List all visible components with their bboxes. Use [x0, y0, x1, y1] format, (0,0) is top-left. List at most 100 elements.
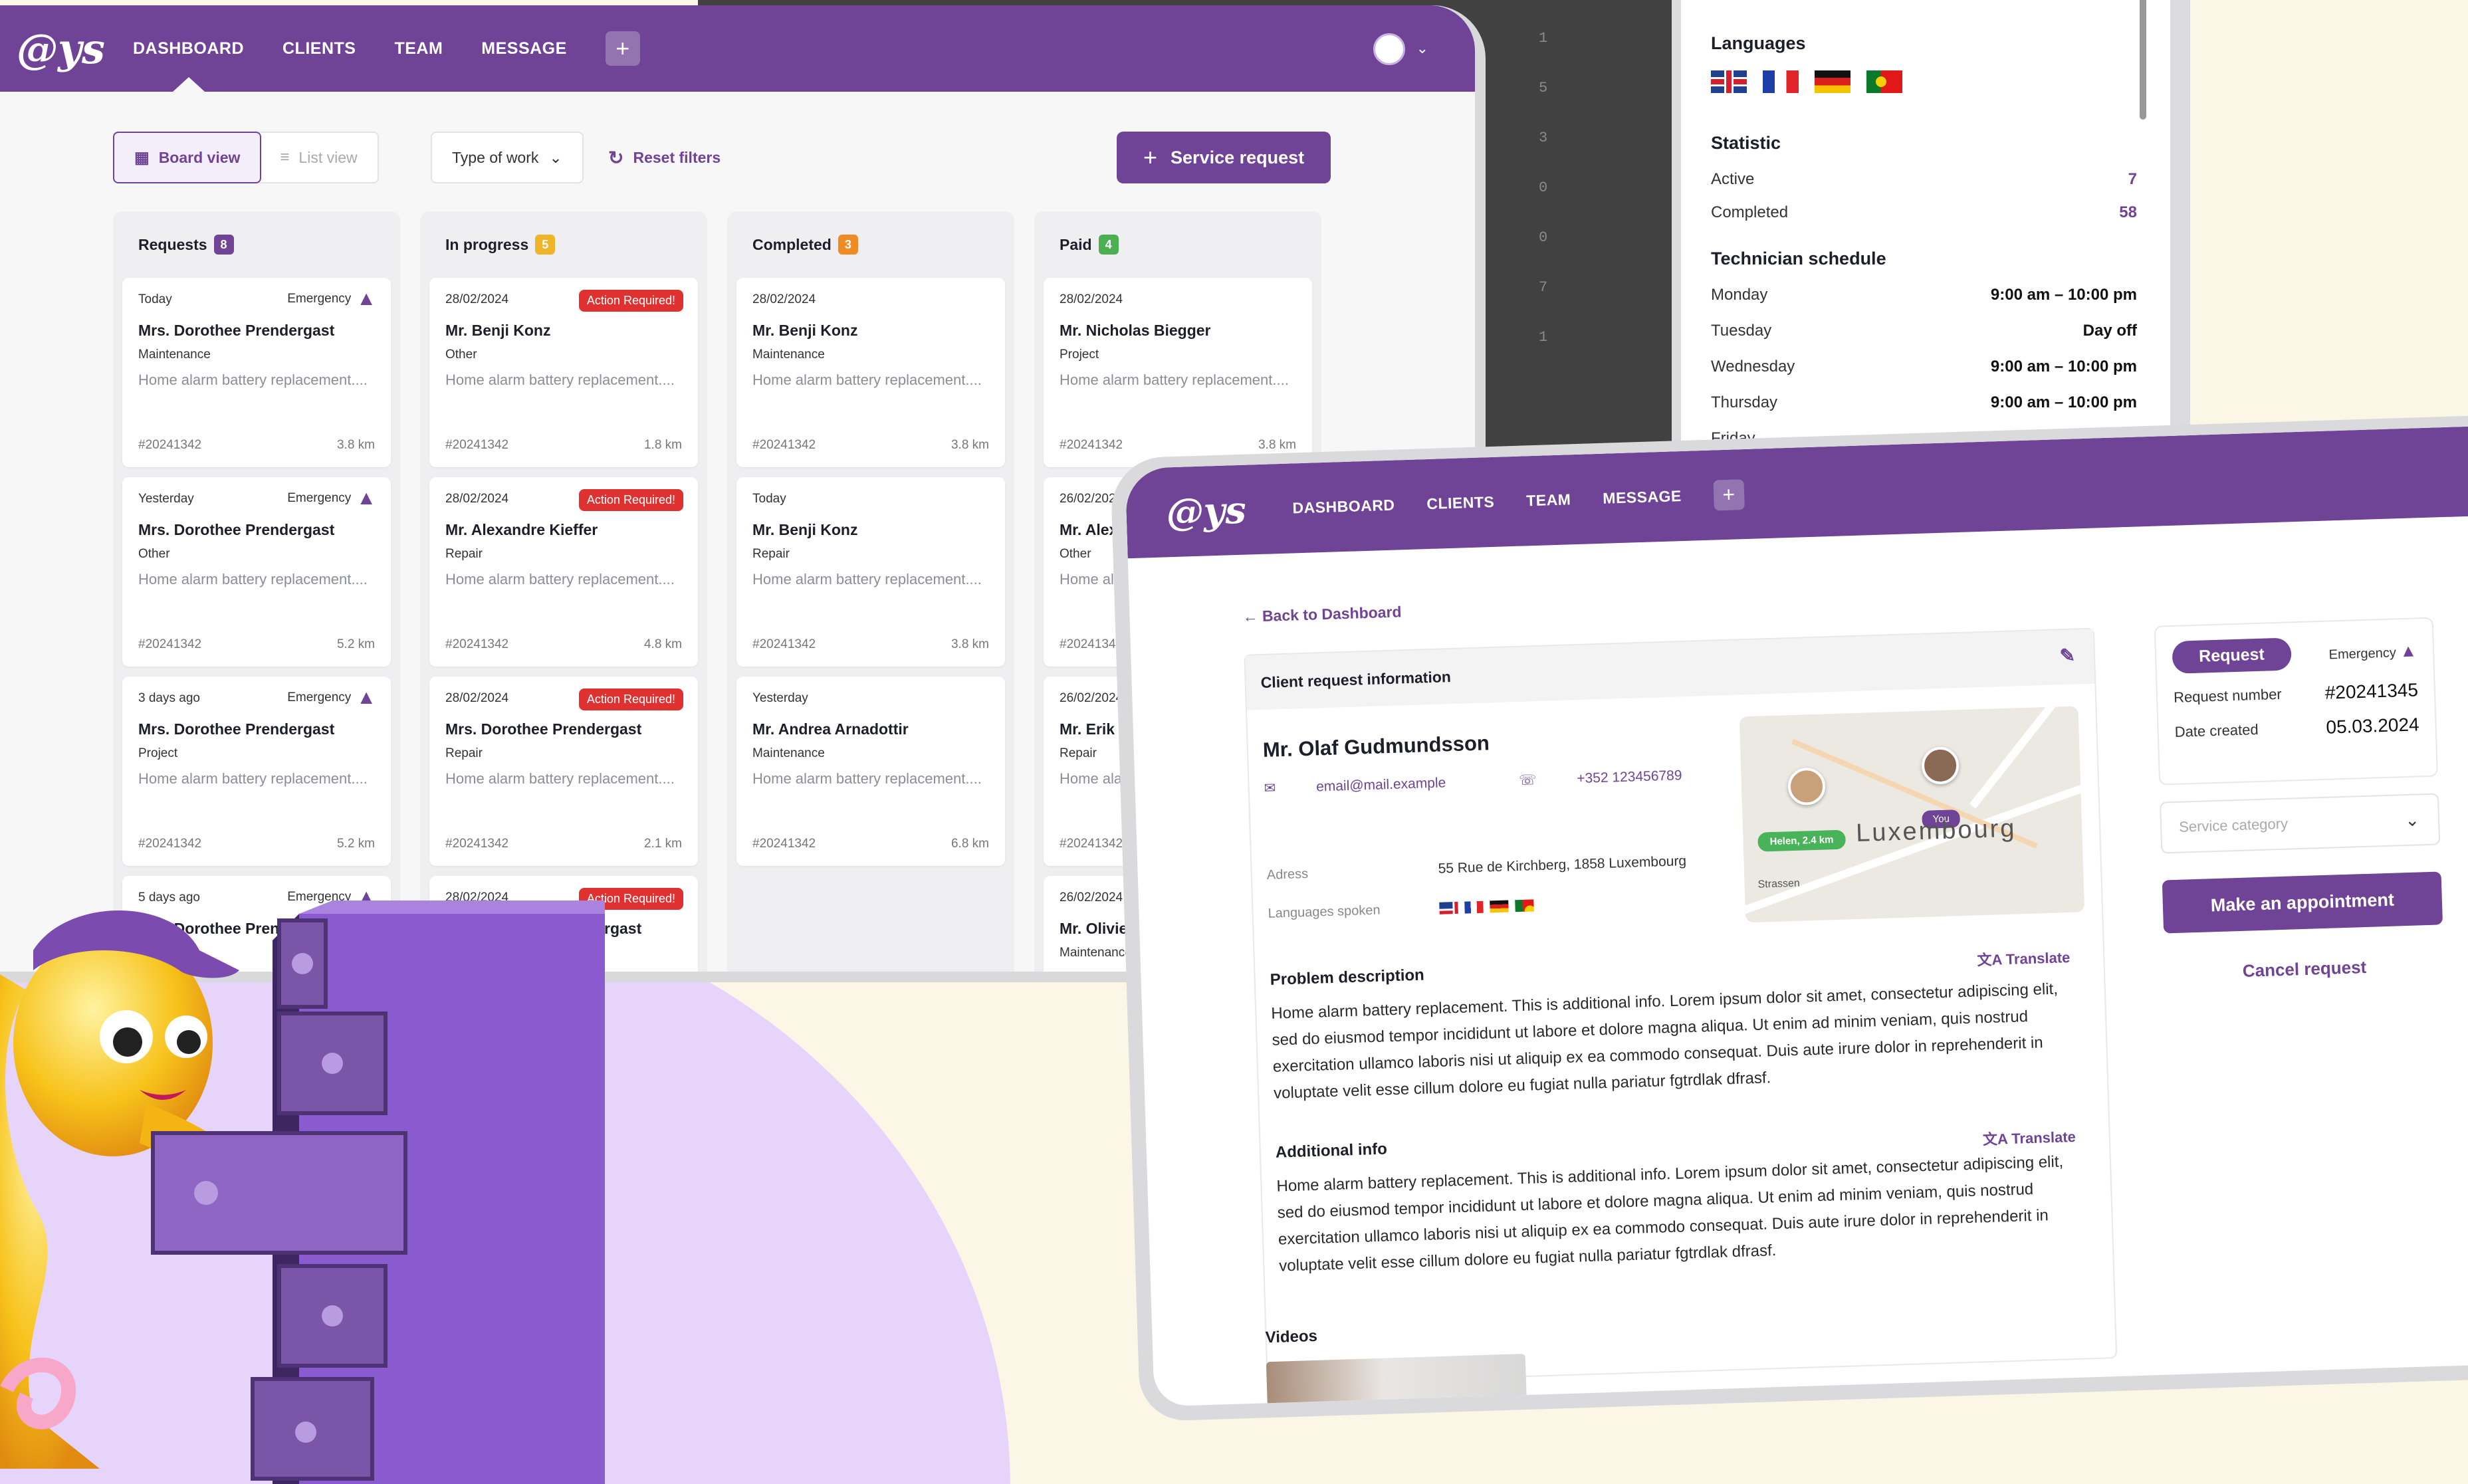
- card-request-number: #20241342: [138, 637, 202, 651]
- emergency-label: Emergency: [287, 292, 352, 306]
- schedule-hours: Day off: [2082, 322, 2137, 340]
- portugal-flag-icon: [1515, 899, 1534, 912]
- stat-row: Completed 58: [1711, 203, 2137, 222]
- phone-link[interactable]: ☏ +352 123456789: [1519, 766, 1719, 788]
- action-required-badge: Action Required!: [578, 489, 683, 511]
- card-description: Home alarm battery replacement....: [138, 371, 368, 388]
- translate-additional-button[interactable]: 文A Translate: [1982, 1125, 2076, 1149]
- schedule-row: Tuesday Day off: [1711, 322, 2137, 340]
- schedule-day: Wednesday: [1711, 358, 1795, 375]
- video-thumbnail[interactable]: [1266, 1354, 1528, 1407]
- client-request-title: Client request information: [1260, 667, 1452, 691]
- stat-value: 7: [2128, 170, 2137, 188]
- request-card[interactable]: 28/02/2024Action Required!Mrs. Dorothee …: [429, 677, 698, 866]
- card-client-name: Mr. Alexandre Kieffer: [445, 521, 598, 538]
- request-card[interactable]: 28/02/2024 Action Required! Mr. Alexandre …: [429, 477, 698, 667]
- type-of-work-label: Type of work: [452, 148, 539, 166]
- column-title: Requests: [138, 235, 207, 253]
- card-date: Yesterday: [752, 691, 808, 705]
- request-number-value: #20241345: [2324, 679, 2419, 703]
- add-button[interactable]: +: [1713, 478, 1745, 511]
- nav-team[interactable]: TEAM: [1526, 490, 1571, 510]
- pencil-icon[interactable]: ✎: [2059, 645, 2075, 667]
- app-logo[interactable]: @ys: [17, 25, 133, 73]
- request-card[interactable]: 28/02/2024 Mr. Benji Konz Maintenance Home …: [736, 278, 1005, 467]
- backdrop-number: 3: [1539, 130, 1548, 146]
- germany-flag-icon: [1490, 900, 1509, 913]
- schedule-day: Thursday: [1711, 393, 1778, 411]
- request-card[interactable]: Today Emergency ▲ Mrs. Dorothee Prendergast…: [122, 278, 391, 467]
- cancel-request-button[interactable]: Cancel request: [2165, 954, 2445, 984]
- service-request-button[interactable]: + Service request: [1117, 132, 1331, 183]
- uk-flag-icon: [1711, 70, 1747, 93]
- request-card[interactable]: 3 days ago Emergency ▲ Mrs. Dorothee Prende…: [122, 677, 391, 866]
- card-request-number: #20241342: [1060, 637, 1123, 651]
- make-appointment-button[interactable]: Make an appointment: [2162, 871, 2443, 934]
- card-distance: 3.8 km: [336, 438, 375, 452]
- emergency-label: Emergency: [287, 690, 352, 704]
- service-category-placeholder: Service category: [2178, 815, 2289, 835]
- technician-pin[interactable]: [1787, 767, 1826, 806]
- card-description: Home alarm battery replacement....: [752, 571, 982, 587]
- user-avatar[interactable]: [1373, 33, 1405, 65]
- reset-filters-label: Reset filters: [633, 148, 721, 166]
- languages-flags: [1439, 899, 1540, 914]
- chevron-down-icon: ⌄: [2404, 809, 2420, 830]
- card-request-number: #20241342: [445, 837, 509, 851]
- client-pin[interactable]: [1921, 746, 1960, 785]
- card-client-name: Mr. Benji Konz: [445, 322, 551, 339]
- card-work-type: Project: [1060, 348, 1099, 362]
- nav-dashboard[interactable]: DASHBOARD: [133, 39, 244, 92]
- service-category-select[interactable]: Service category ⌄: [2160, 793, 2441, 854]
- nav-message[interactable]: MESSAGE: [481, 39, 567, 58]
- request-card[interactable]: 28/02/2024 Mr. Nicholas Biegger Project Hom…: [1044, 278, 1312, 467]
- request-card[interactable]: 28/02/2024 Action Required! Mr. Benji Konz…: [429, 278, 698, 467]
- translate-problem-button[interactable]: 文A Translate: [1977, 946, 2071, 970]
- count-badge: 8: [213, 235, 234, 255]
- email-link[interactable]: ✉ email@mail.example: [1264, 774, 1482, 797]
- card-request-number: #20241342: [138, 837, 202, 851]
- nav-dashboard[interactable]: DASHBOARD: [1292, 496, 1395, 518]
- stat-value: 58: [2119, 203, 2137, 221]
- list-icon: ≡: [280, 148, 290, 166]
- france-flag-icon: [1464, 901, 1484, 914]
- statistic-title: Statistic: [1711, 133, 1781, 153]
- column-header: Paid 4: [1044, 211, 1312, 278]
- scrollbar[interactable]: [2140, 0, 2146, 120]
- type-of-work-dropdown[interactable]: Type of work ⌄: [431, 132, 584, 183]
- file-cabinet-illustration: [151, 901, 605, 1484]
- card-description: Home alarm battery replacement....: [752, 371, 982, 388]
- back-to-dashboard-link[interactable]: ← Back to Dashboard: [1242, 603, 1402, 625]
- card-description: Home alarm battery replacement....: [138, 571, 368, 587]
- translate-icon: 文A: [1977, 951, 2002, 969]
- card-request-number: #20241342: [445, 637, 509, 651]
- nav-clients[interactable]: CLIENTS: [1426, 493, 1495, 513]
- card-request-number: #20241342: [752, 837, 816, 851]
- add-button[interactable]: +: [605, 31, 640, 66]
- nav-message[interactable]: MESSAGE: [1603, 487, 1682, 508]
- nav-clients[interactable]: CLIENTS: [282, 39, 356, 58]
- column-header: Requests 8: [122, 211, 391, 278]
- card-distance: 3.8 km: [951, 637, 989, 651]
- app-logo[interactable]: @ys: [1166, 486, 1293, 534]
- languages-label: Languages spoken: [1268, 902, 1381, 921]
- card-description: Home alarm battery replacement....: [1060, 371, 1289, 388]
- board-view-button[interactable]: ▦ Board view: [113, 132, 262, 183]
- problem-text: Home alarm battery replacement. This is …: [1270, 980, 2059, 1103]
- backdrop-number: 0: [1539, 229, 1548, 246]
- card-distance: 3.8 km: [951, 438, 989, 452]
- request-card[interactable]: Today Mr. Benji Konz Repair Home alarm batt…: [736, 477, 1005, 667]
- location-map[interactable]: Helen, 2.4 km You Luxembourg Strassen: [1739, 706, 2085, 923]
- chevron-down-icon[interactable]: ⌄: [1416, 40, 1428, 57]
- request-card[interactable]: Yesterday Emergency ▲ Mrs. Dorothee Prender…: [122, 477, 391, 667]
- client-name: Mr. Olaf Gudmundsson: [1262, 731, 1490, 762]
- additional-text: Home alarm battery replacement. This is …: [1276, 1152, 2064, 1275]
- uk-flag-icon: [1439, 901, 1458, 914]
- list-view-button[interactable]: ≡ List view: [260, 133, 377, 182]
- reset-filters-button[interactable]: ↻ Reset filters: [608, 132, 721, 183]
- client-contact: ✉ email@mail.example ☏ +352 123456789: [1264, 765, 1755, 797]
- map-town-label: Strassen: [1757, 877, 1800, 891]
- nav-team[interactable]: TEAM: [394, 39, 443, 58]
- request-card[interactable]: Yesterday Mr. Andrea Arnadottir Maintenanc…: [736, 677, 1005, 866]
- column-header: Completed 3: [736, 211, 1005, 278]
